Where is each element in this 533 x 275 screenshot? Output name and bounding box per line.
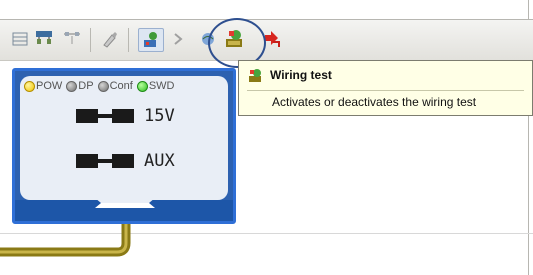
led-label: POW [36, 80, 63, 92]
connector-label: AUX [144, 151, 175, 171]
led-pow: POW [24, 80, 62, 92]
led-dot [136, 80, 148, 92]
module-notch [75, 181, 175, 208]
led-dp: DP [66, 80, 94, 92]
led-row: POW DP Conf SWD [24, 80, 174, 92]
led-conf: Conf [97, 80, 133, 92]
led-dot [24, 80, 35, 92]
device-module[interactable]: POW DP Conf SWD 15V AUX [12, 68, 236, 224]
connector-15v[interactable]: 15V [76, 106, 175, 126]
led-label: SWD [148, 80, 175, 92]
led-label: Conf [109, 80, 133, 92]
led-dot [66, 80, 78, 92]
led-label: DP [78, 80, 94, 92]
led-swd: SWD [136, 80, 175, 92]
connector-icon [76, 109, 134, 123]
led-dot [97, 80, 109, 92]
connector-aux[interactable]: AUX [76, 151, 175, 171]
connector-label: 15V [144, 106, 175, 126]
connector-icon [76, 154, 134, 168]
